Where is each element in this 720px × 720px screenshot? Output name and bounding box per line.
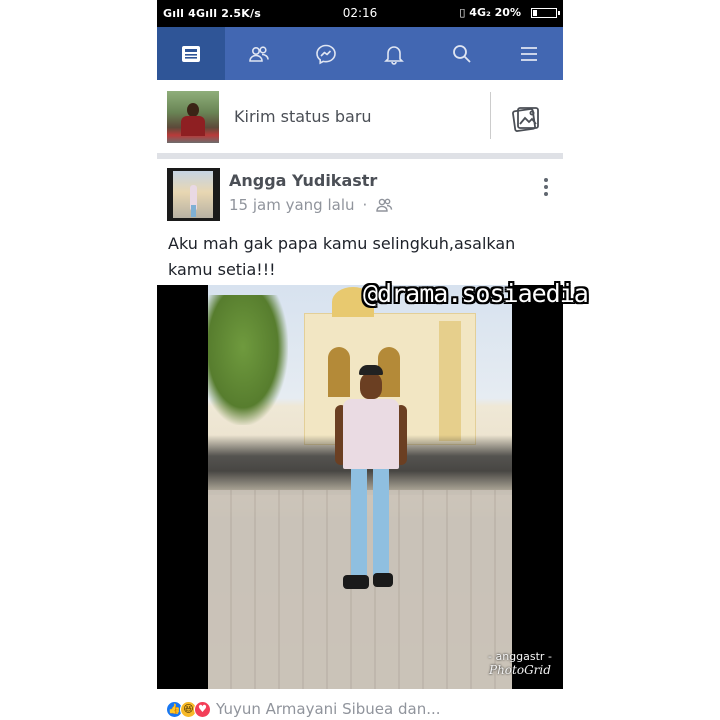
battery-percent: 20% bbox=[494, 6, 521, 19]
post-timestamp[interactable]: 15 jam yang lalu bbox=[229, 196, 355, 214]
tab-menu[interactable] bbox=[495, 27, 563, 80]
reaction-names[interactable]: Yuyun Armayani Sibuea dan... bbox=[216, 700, 441, 718]
tab-friends[interactable] bbox=[225, 27, 293, 80]
watermark-handle: @drama.sosiaedia bbox=[363, 279, 589, 308]
photo-scene bbox=[208, 285, 512, 689]
photo-icon[interactable] bbox=[511, 104, 541, 134]
friends-icon bbox=[376, 198, 393, 212]
photo-app-name: PhotoGrid bbox=[489, 663, 551, 677]
post-author-name[interactable]: Angga Yudikastr bbox=[229, 171, 377, 190]
tab-messenger[interactable] bbox=[292, 27, 360, 80]
network-right: 4G₂ bbox=[469, 6, 491, 19]
tab-news-feed[interactable] bbox=[157, 27, 225, 80]
menu-icon bbox=[521, 46, 538, 61]
post-photo[interactable]: - anggastr - PhotoGrid bbox=[157, 285, 563, 689]
friends-icon bbox=[248, 45, 269, 62]
post-options-icon[interactable] bbox=[543, 178, 549, 198]
status-right: ▯ 4G₂ 20% bbox=[459, 6, 521, 19]
reactions-row[interactable]: 👍 😆 ♥ Yuyun Armayani Sibuea dan... bbox=[166, 700, 441, 718]
messenger-icon bbox=[316, 44, 336, 64]
user-avatar[interactable] bbox=[167, 91, 219, 143]
feed-separator bbox=[157, 153, 563, 159]
tab-notifications[interactable] bbox=[360, 27, 428, 80]
photo-credit: - anggastr - PhotoGrid bbox=[488, 650, 552, 677]
photo-credit-name: - anggastr - bbox=[488, 650, 552, 663]
status-composer: Kirim status baru bbox=[157, 80, 563, 153]
composer-placeholder[interactable]: Kirim status baru bbox=[234, 107, 372, 126]
meta-separator: · bbox=[362, 196, 368, 214]
phone-screen: Gıll 4Gıll 2.5K/s 02:16 ▯ 4G₂ 20% Kirim … bbox=[157, 0, 563, 720]
composer-divider bbox=[490, 92, 491, 139]
post-text: Aku mah gak papa kamu selingkuh,asalkan … bbox=[168, 234, 516, 279]
search-icon bbox=[452, 44, 471, 63]
vibrate-icon: ▯ bbox=[459, 6, 466, 19]
tab-search[interactable] bbox=[428, 27, 496, 80]
top-nav-bar bbox=[157, 27, 563, 80]
love-reaction-icon: ♥ bbox=[194, 700, 211, 718]
post-meta: 15 jam yang lalu · bbox=[229, 196, 393, 214]
photo-person bbox=[335, 365, 407, 665]
news-feed-icon bbox=[181, 45, 200, 62]
status-bar: Gıll 4Gıll 2.5K/s 02:16 ▯ 4G₂ 20% bbox=[157, 0, 563, 27]
battery-icon bbox=[531, 8, 560, 18]
post-author-avatar[interactable] bbox=[167, 168, 220, 221]
bell-icon bbox=[383, 45, 404, 65]
